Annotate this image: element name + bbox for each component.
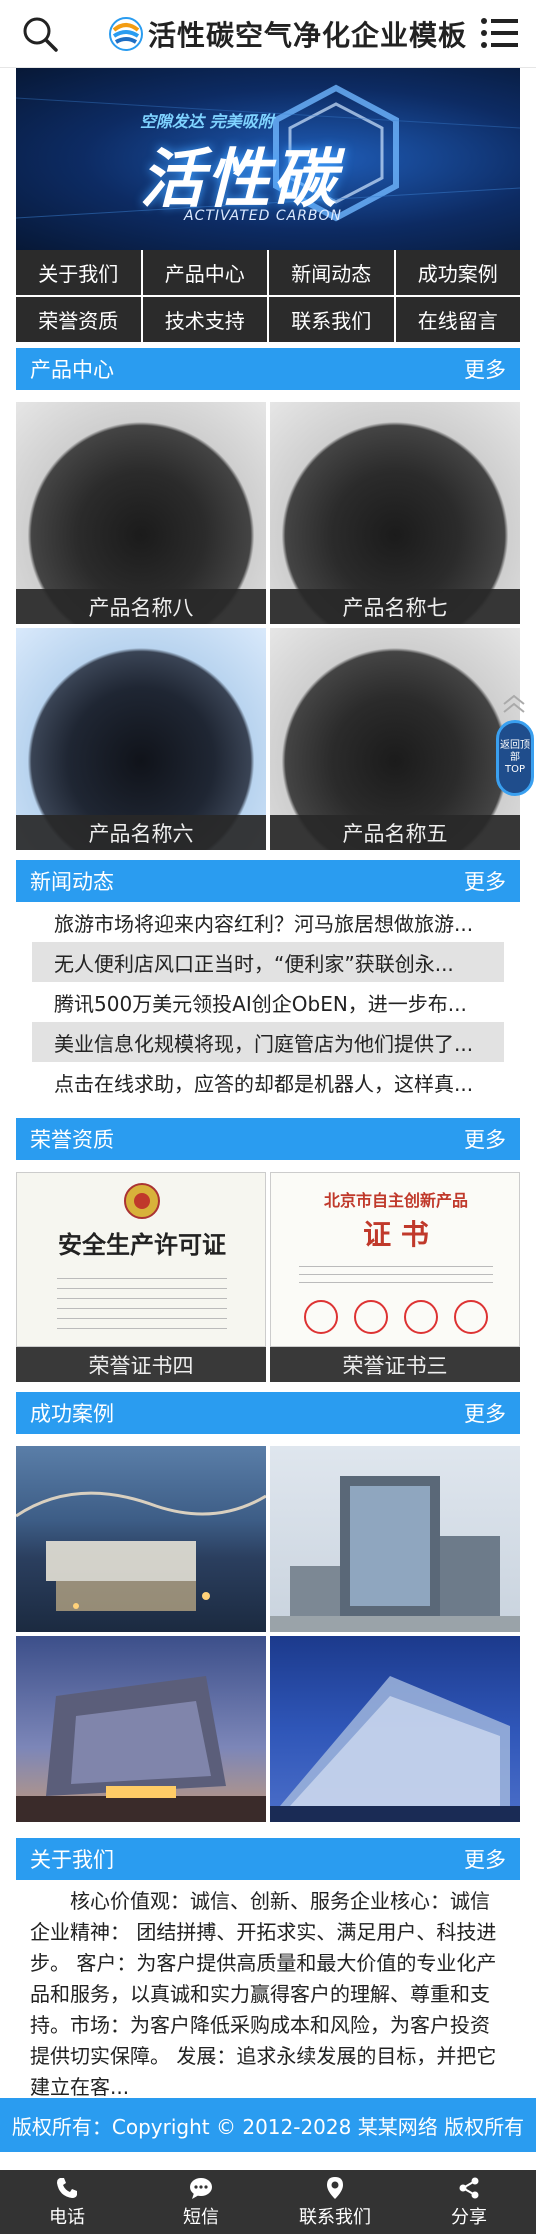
product-name: 产品名称七 (270, 589, 520, 624)
more-link[interactable]: 更多 (464, 1398, 506, 1428)
office-illustration (270, 1676, 520, 1822)
case-image[interactable] (16, 1636, 266, 1822)
building-illustration (270, 1476, 520, 1632)
case-image[interactable] (270, 1446, 520, 1632)
logo-text: 活性碳空气净化企业模板 (148, 19, 468, 52)
more-link[interactable]: 更多 (464, 1124, 506, 1154)
location-icon (327, 2177, 343, 2199)
section-title: 成功案例 (30, 1402, 114, 1426)
section-cases-header: 成功案例 更多 (16, 1392, 520, 1434)
museum-illustration (16, 1676, 266, 1822)
section-about-header: 关于我们 更多 (16, 1838, 520, 1880)
share-button[interactable]: 分享 (402, 2170, 536, 2234)
phone-icon (57, 2178, 77, 2198)
honor-card[interactable]: 北京市自主创新产品 证 书 荣誉证书三 (270, 1172, 520, 1382)
news-item[interactable]: 腾讯500万美元领投AI创企ObEN，进一步布... (32, 982, 504, 1022)
product-name: 产品名称六 (16, 815, 266, 850)
section-products-header: 产品中心 更多 (16, 348, 520, 390)
case-image[interactable] (16, 1446, 266, 1632)
certificate-title: 安全生产许可证 (58, 1231, 226, 1259)
certificate-image: 北京市自主创新产品 证 书 (270, 1172, 520, 1347)
back-to-top-label: 返回顶部 (500, 740, 530, 763)
product-card[interactable]: 产品名称八 (16, 402, 266, 624)
section-title: 新闻动态 (30, 870, 114, 894)
banner-title: 活性碳 (140, 143, 338, 217)
news-list: 旅游市场将迎来内容红利？河马旅居想做旅游... 无人便利店风口正当时，“便利家”… (32, 902, 504, 1102)
honor-name: 荣誉证书三 (270, 1347, 520, 1382)
copyright: 版权所有：Copyright © 2012-2028 某某网络 版权所有 (0, 2098, 536, 2152)
nav-news[interactable]: 新闻动态 (269, 250, 394, 295)
contact-label: 联系我们 (299, 2207, 371, 2228)
product-card[interactable]: 产品名称六 (16, 628, 266, 850)
message-icon (190, 2178, 212, 2199)
header: 活性碳空气净化企业模板 (0, 0, 536, 68)
certificate-image: 安全生产许可证 (16, 1172, 266, 1347)
product-card[interactable]: 产品名称五 (270, 628, 520, 850)
nav-honors[interactable]: 荣誉资质 (16, 297, 141, 342)
more-link[interactable]: 更多 (464, 1844, 506, 1874)
nav-cases[interactable]: 成功案例 (395, 250, 520, 295)
main-nav: 关于我们 产品中心 新闻动态 成功案例 荣誉资质 技术支持 联系我们 在线留言 (16, 250, 520, 342)
phone-label: 电话 (49, 2207, 85, 2228)
logo-icon (109, 17, 143, 51)
certificate-title: 证 书 (363, 1218, 429, 1251)
section-title: 关于我们 (30, 1848, 114, 1872)
certificate-lines (57, 1269, 227, 1331)
bottom-toolbar: 电话 短信 联系我们 分享 (0, 2170, 536, 2234)
news-item[interactable]: 点击在线求助，应答的却都是机器人，这样真... (32, 1062, 504, 1102)
product-card[interactable]: 产品名称七 (270, 402, 520, 624)
contact-button[interactable]: 联系我们 (268, 2170, 402, 2234)
section-title: 荣誉资质 (30, 1128, 114, 1152)
nav-message[interactable]: 在线留言 (395, 297, 520, 342)
seal-icons (304, 1300, 488, 1334)
back-to-top-pill: 返回顶部 TOP (496, 720, 534, 796)
news-item[interactable]: 美业信息化规模将现，门庭管店为他们提供了... (32, 1022, 504, 1062)
about-text: 核心价值观：诚信、创新、服务企业核心：诚信 企业精神： 团结拼搏、开拓求实、满足… (30, 1889, 497, 2099)
banner-english: ACTIVATED CARBON (184, 208, 343, 224)
case-image[interactable] (270, 1636, 520, 1822)
share-icon (459, 2177, 479, 2199)
site-logo[interactable]: 活性碳空气净化企业模板 (108, 14, 467, 54)
section-title: 产品中心 (30, 358, 114, 382)
nav-about[interactable]: 关于我们 (16, 250, 141, 295)
phone-button[interactable]: 电话 (0, 2170, 134, 2234)
waterfront-illustration (16, 1491, 266, 1611)
hero-banner[interactable]: 空隙发达 完美吸附 活性碳 ACTIVATED CARBON (16, 68, 520, 250)
message-button[interactable]: 短信 (134, 2170, 268, 2234)
product-name: 产品名称五 (270, 815, 520, 850)
back-to-top-en: TOP (504, 764, 525, 775)
more-link[interactable]: 更多 (464, 354, 506, 384)
certificate-lines (299, 1259, 493, 1289)
product-name: 产品名称八 (16, 589, 266, 624)
menu-icon (481, 18, 518, 48)
news-item[interactable]: 无人便利店风口正当时，“便利家”获联创永... (32, 942, 504, 982)
search-button[interactable] (20, 14, 60, 54)
nav-tech-support[interactable]: 技术支持 (142, 297, 267, 342)
emblem-icon (124, 1183, 160, 1219)
share-label: 分享 (451, 2207, 487, 2228)
menu-button[interactable] (480, 16, 520, 50)
chevron-up-icon (503, 694, 525, 713)
nav-contact[interactable]: 联系我们 (269, 297, 394, 342)
certificate-header: 北京市自主创新产品 (323, 1191, 468, 1210)
section-honors-header: 荣誉资质 更多 (16, 1118, 520, 1160)
news-item[interactable]: 旅游市场将迎来内容红利？河马旅居想做旅游... (32, 902, 504, 942)
section-news-header: 新闻动态 更多 (16, 860, 520, 902)
back-to-top-button[interactable]: 返回顶部 TOP (492, 690, 536, 800)
nav-products[interactable]: 产品中心 (142, 250, 267, 295)
message-label: 短信 (183, 2207, 219, 2228)
search-icon (23, 17, 58, 52)
honor-name: 荣誉证书四 (16, 1347, 266, 1382)
more-link[interactable]: 更多 (464, 866, 506, 896)
honor-card[interactable]: 安全生产许可证 荣誉证书四 (16, 1172, 266, 1382)
